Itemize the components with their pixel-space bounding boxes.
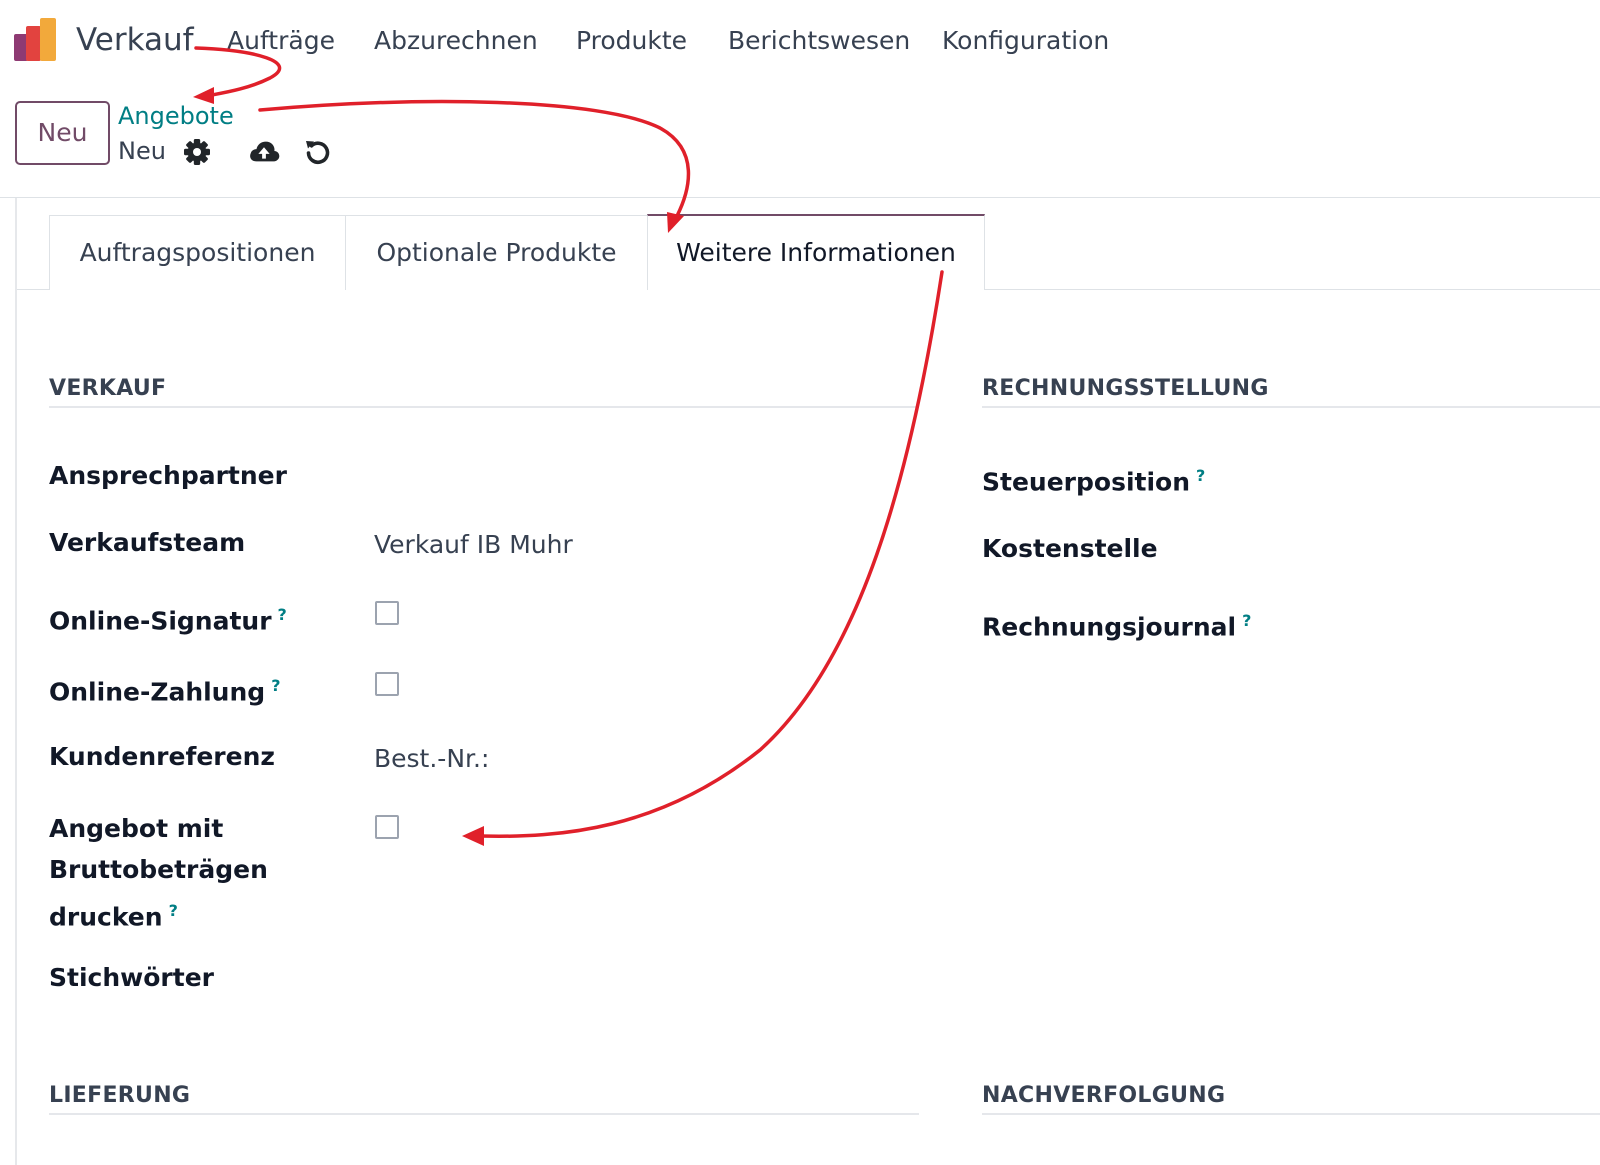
content-left-border xyxy=(15,198,17,1165)
menu-item-auftraege[interactable]: Aufträge xyxy=(227,24,335,58)
label-online-signatur: Online-Signatur? xyxy=(49,594,287,641)
undo-icon[interactable] xyxy=(302,136,334,168)
cloud-upload-icon[interactable] xyxy=(248,136,280,168)
menu-item-berichtswesen[interactable]: Berichtswesen xyxy=(728,24,910,58)
menu-item-produkte[interactable]: Produkte xyxy=(576,24,687,58)
label-kostenstelle: Kostenstelle xyxy=(982,534,1158,563)
new-button[interactable]: Neu xyxy=(15,101,110,165)
label-ansprechpartner: Ansprechpartner xyxy=(49,461,287,490)
online-zahlung-checkbox[interactable] xyxy=(375,672,399,696)
label-text: Rechnungsjournal xyxy=(982,612,1237,642)
section-divider xyxy=(49,1113,919,1115)
help-tooltip-icon[interactable]: ? xyxy=(271,676,280,695)
control-panel: Neu Angebote Neu xyxy=(0,82,1600,198)
section-divider xyxy=(49,406,919,408)
app-name[interactable]: Verkauf xyxy=(76,20,194,60)
label-stichwoerter: Stichwörter xyxy=(49,963,214,992)
section-title-nachverfolgung: NACHVERFOLGUNG xyxy=(982,1083,1226,1108)
help-tooltip-icon[interactable]: ? xyxy=(1242,611,1251,630)
kundenreferenz-field[interactable]: Best.-Nr.: xyxy=(374,742,489,776)
tab-auftragspositionen[interactable]: Auftragspositionen xyxy=(49,215,346,290)
angebot-brutto-checkbox[interactable] xyxy=(375,815,399,839)
label-online-zahlung: Online-Zahlung? xyxy=(49,665,280,712)
label-text: drucken xyxy=(49,902,163,932)
label-verkaufsteam: Verkaufsteam xyxy=(49,528,246,557)
label-angebot-brutto-line1: Angebot mit xyxy=(49,814,224,843)
online-signatur-checkbox[interactable] xyxy=(375,601,399,625)
label-rechnungsjournal: Rechnungsjournal? xyxy=(982,600,1251,647)
help-tooltip-icon[interactable]: ? xyxy=(278,605,287,624)
label-kundenreferenz: Kundenreferenz xyxy=(49,742,275,771)
gear-icon[interactable] xyxy=(181,136,213,168)
menu-item-konfiguration[interactable]: Konfiguration xyxy=(942,24,1109,58)
section-title-lieferung: LIEFERUNG xyxy=(49,1083,191,1108)
label-steuerposition: Steuerposition? xyxy=(982,455,1205,502)
label-angebot-brutto-line2: Bruttobeträgen xyxy=(49,855,268,884)
tab-weitere-informationen[interactable]: Weitere Informationen xyxy=(647,214,985,290)
section-title-verkauf: VERKAUF xyxy=(49,376,167,401)
label-text: Online-Zahlung xyxy=(49,677,266,707)
menu-item-abzurechnen[interactable]: Abzurechnen xyxy=(374,24,538,58)
section-title-rechnungsstellung: RECHNUNGSSTELLUNG xyxy=(982,376,1269,401)
breadcrumb-angebote[interactable]: Angebote xyxy=(118,100,234,132)
tab-optionale-produkte[interactable]: Optionale Produkte xyxy=(345,215,648,290)
help-tooltip-icon[interactable]: ? xyxy=(1196,466,1205,485)
label-text: Steuerposition xyxy=(982,467,1191,497)
section-divider xyxy=(982,406,1600,408)
label-text: Online-Signatur xyxy=(49,606,272,636)
breadcrumb-current: Neu xyxy=(118,137,166,165)
annotation-arrowhead xyxy=(462,826,484,846)
top-navbar: Verkauf Aufträge Abzurechnen Produkte Be… xyxy=(0,0,1600,82)
verkaufsteam-field[interactable]: Verkauf IB Muhr xyxy=(374,528,573,562)
section-divider xyxy=(982,1113,1600,1115)
help-tooltip-icon[interactable]: ? xyxy=(169,901,178,920)
label-angebot-brutto-line3: drucken? xyxy=(49,890,178,937)
sales-app-logo-icon[interactable] xyxy=(12,17,60,63)
